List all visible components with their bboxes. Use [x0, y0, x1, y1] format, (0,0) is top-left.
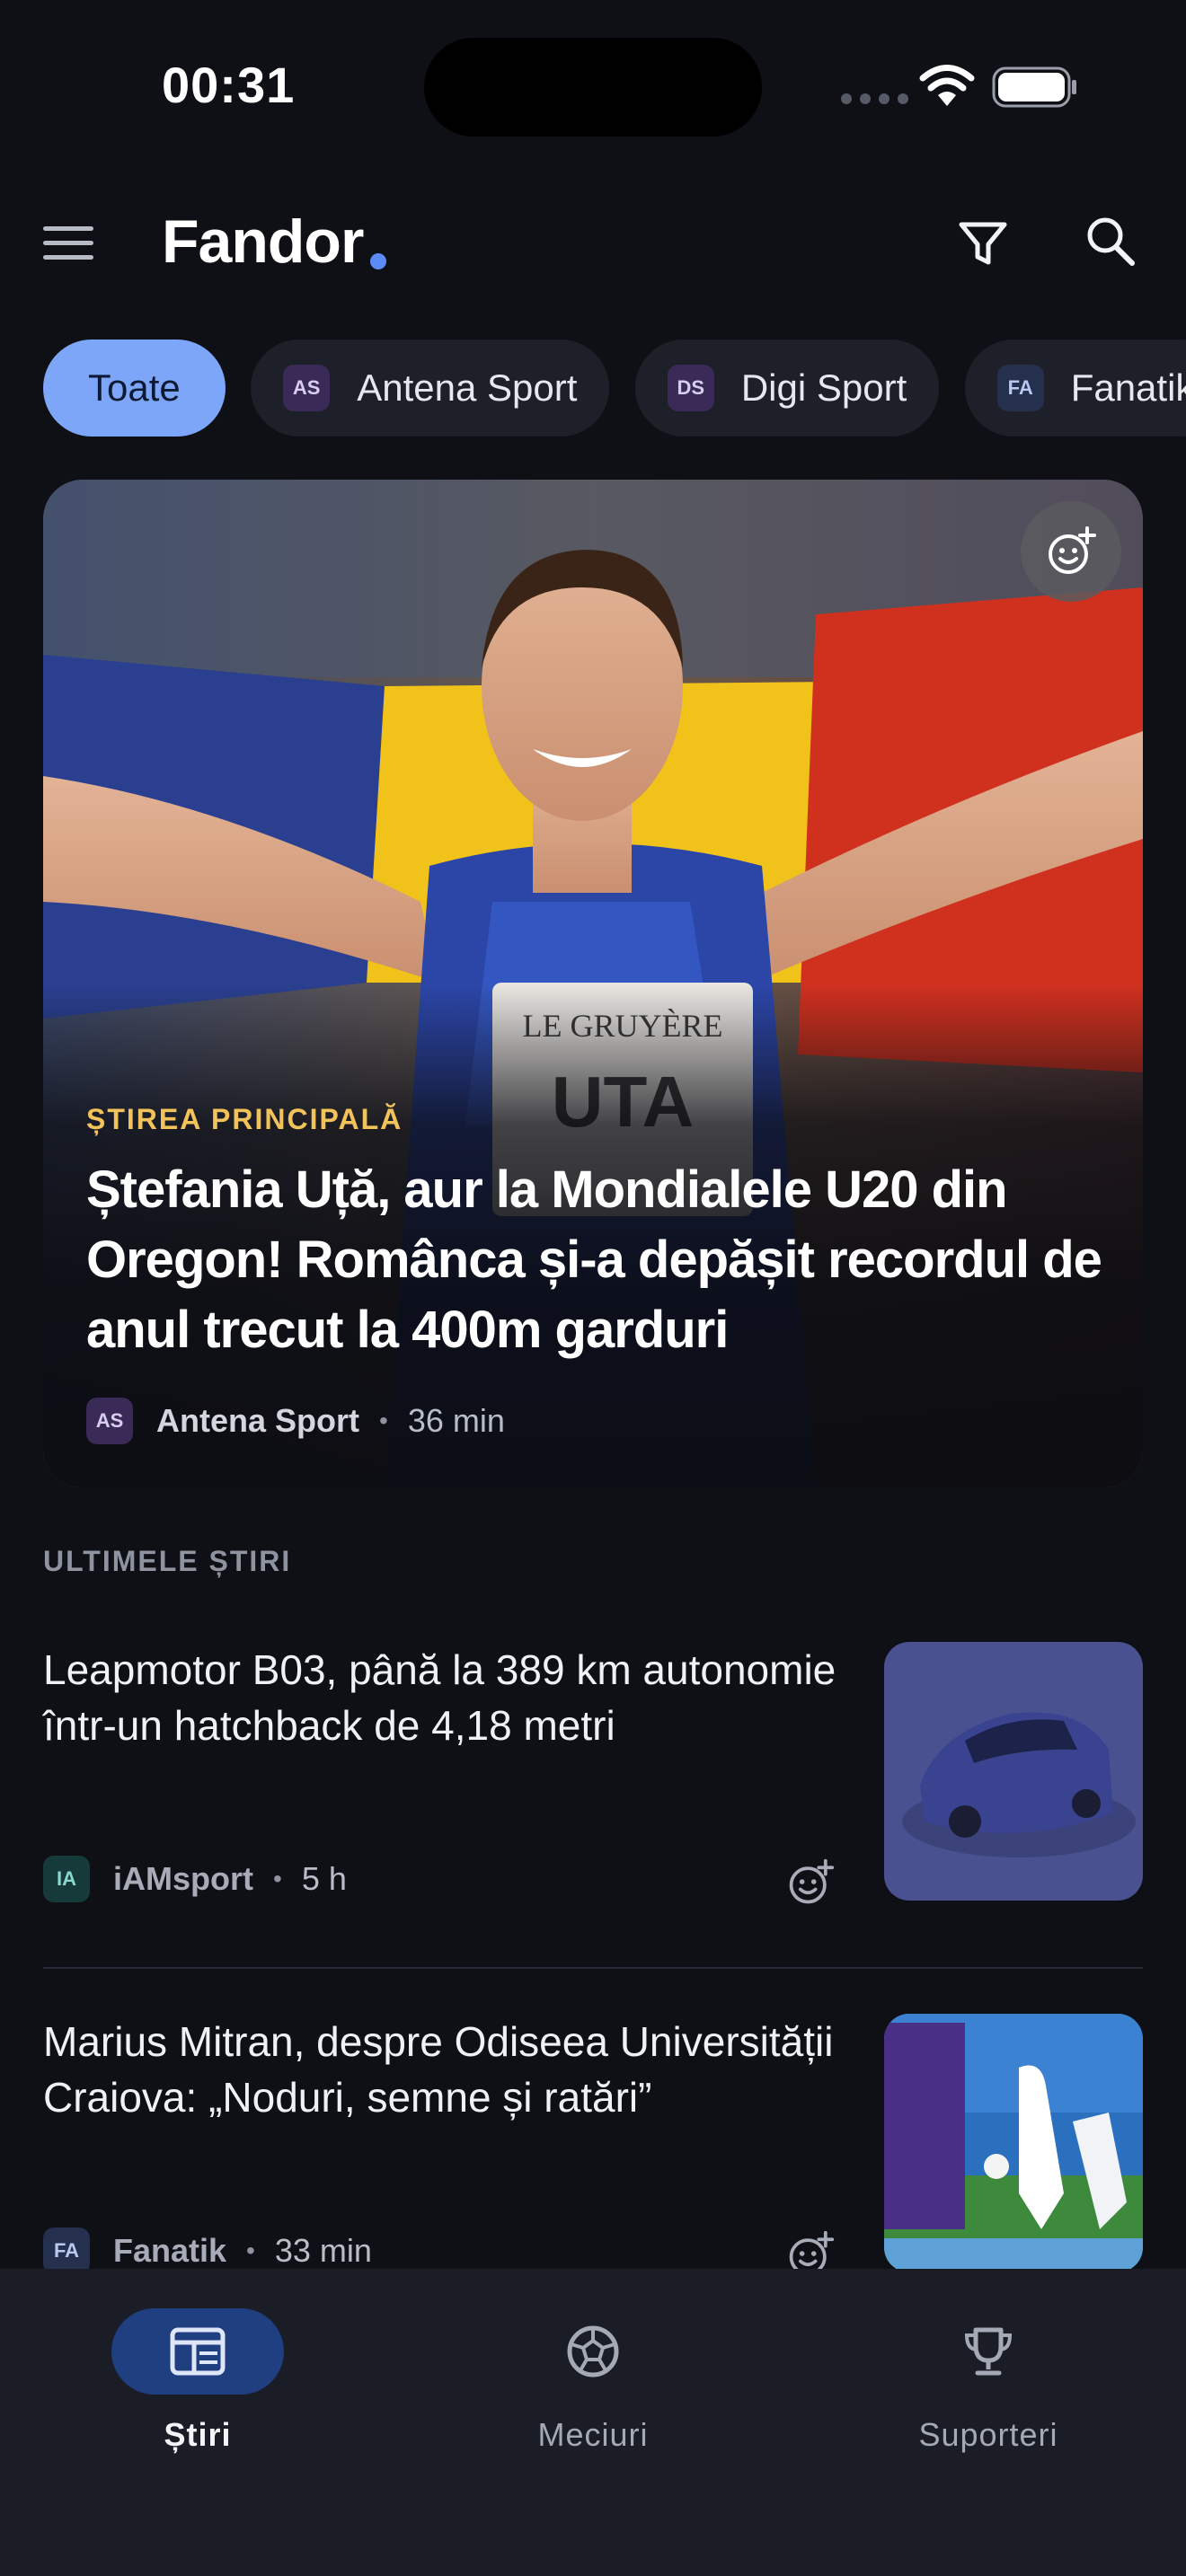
source-badge: IA — [43, 1856, 90, 1902]
chip-antena-sport[interactable]: AS Antena Sport — [251, 340, 610, 437]
published-time: 5 h — [301, 1860, 347, 1897]
source-badge: DS — [667, 365, 714, 411]
brand-logo: Fandor — [162, 207, 364, 276]
chip-toate[interactable]: Toate — [43, 340, 226, 437]
app-header: Fandor — [0, 171, 1186, 314]
news-title[interactable]: Leapmotor B03, până la 389 km autonomie … — [43, 1642, 852, 1753]
featured-article-card[interactable]: LE GRUYÈRE UTA ȘTIREA PRINCIPALĂ Ștefani… — [43, 480, 1143, 1487]
source-badge: AS — [283, 365, 331, 411]
published-time: 36 min — [407, 1402, 505, 1439]
wifi-icon — [919, 65, 975, 106]
dynamic-island — [424, 38, 762, 137]
news-thumbnail — [884, 2014, 1143, 2269]
source-name: Fanatik — [113, 2232, 227, 2269]
source-badge: FA — [43, 2228, 90, 2269]
nav-tab-stiri[interactable]: Știri — [63, 2308, 332, 2461]
signal-icon — [841, 93, 908, 104]
nav-label: Știri — [164, 2416, 232, 2453]
trophy-icon — [964, 2327, 1013, 2376]
nav-tab-suporteri[interactable]: Suporteri — [854, 2308, 1123, 2461]
news-meta: FA Fanatik • 33 min — [43, 2228, 372, 2269]
brand-dot — [370, 253, 386, 269]
status-time: 00:31 — [162, 57, 296, 113]
published-time: 33 min — [274, 2232, 372, 2269]
chip-label: Digi Sport — [740, 366, 907, 409]
battery-icon — [992, 66, 1076, 108]
news-title[interactable]: Marius Mitran, despre Odiseea Universită… — [43, 2014, 852, 2125]
nav-tab-meciuri[interactable]: Meciuri — [458, 2308, 728, 2461]
status-bar: 00:31 — [0, 0, 1186, 171]
menu-button[interactable] — [43, 216, 108, 269]
divider — [43, 1967, 1143, 1969]
nav-pill — [507, 2308, 679, 2395]
nav-label: Meciuri — [537, 2416, 649, 2453]
chip-digi-sport[interactable]: DS Digi Sport — [634, 340, 940, 437]
chip-label: Toate — [88, 366, 181, 409]
news-thumbnail — [884, 1642, 1143, 1901]
football-icon — [567, 2325, 619, 2378]
react-button[interactable] — [1021, 501, 1121, 602]
add-reaction-icon — [1049, 526, 1096, 574]
meta-separator: • — [246, 2236, 255, 2264]
chip-label: Fanatik — [1070, 366, 1186, 409]
section-title: ULTIMELE ȘTIRI — [43, 1545, 292, 1577]
filter-button[interactable] — [956, 210, 1010, 273]
add-reaction-icon[interactable] — [785, 2229, 836, 2269]
bottom-navigation: Știri Meciuri Suporteri — [0, 2269, 1186, 2576]
news-item[interactable]: Marius Mitran, despre Odiseea Universită… — [43, 2014, 1143, 2269]
filter-icon — [959, 222, 1007, 265]
meta-separator: • — [273, 1865, 282, 1892]
source-name: iAMsport — [113, 1860, 253, 1897]
menu-icon — [43, 225, 93, 231]
featured-kicker: ȘTIREA PRINCIPALĂ — [86, 1103, 403, 1135]
news-icon — [170, 2327, 226, 2376]
source-name: Antena Sport — [156, 1402, 360, 1439]
chip-fanatik[interactable]: FA Fanatik — [964, 340, 1186, 437]
nav-label: Suporteri — [918, 2416, 1058, 2453]
news-item[interactable]: Leapmotor B03, până la 389 km autonomie … — [43, 1642, 1143, 1911]
source-filter-chips: Toate AS Antena Sport DS Digi Sport FA F… — [43, 340, 1186, 437]
source-badge: FA — [996, 365, 1044, 411]
meta-separator: • — [379, 1407, 388, 1434]
search-icon — [1087, 217, 1135, 266]
add-reaction-icon[interactable] — [785, 1857, 836, 1908]
news-meta: IA iAMsport • 5 h — [43, 1856, 347, 1902]
nav-active-indicator — [111, 2308, 284, 2395]
nav-pill — [902, 2308, 1075, 2395]
chip-label: Antena Sport — [357, 366, 578, 409]
source-badge: AS — [86, 1398, 133, 1444]
search-button[interactable] — [1082, 210, 1139, 273]
featured-title[interactable]: Ștefania Uță, aur la Mondialele U20 din … — [86, 1155, 1111, 1365]
featured-meta: AS Antena Sport • 36 min — [86, 1398, 505, 1444]
